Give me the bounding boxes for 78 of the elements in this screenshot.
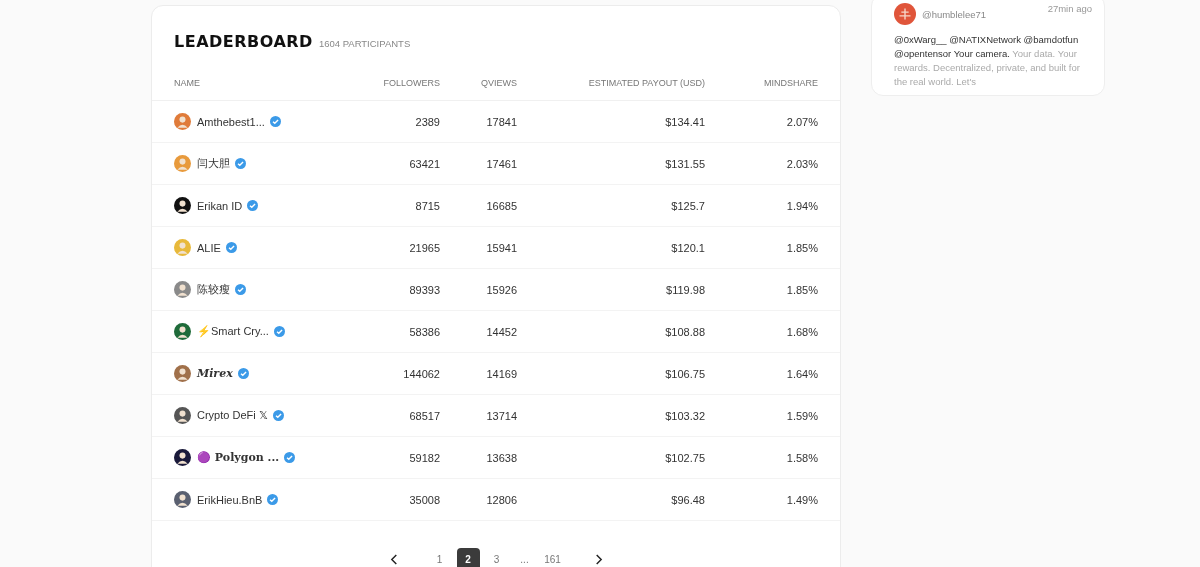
table-cell-text: $108.88 (664, 325, 705, 338)
table-cell-text: 1.59% (785, 409, 818, 422)
table-cell-text: 15926 (485, 283, 517, 296)
user-name[interactable]: 🟣 Polygon ... (197, 451, 280, 464)
table-cell-text: 13714 (485, 409, 517, 422)
user-name[interactable]: Amthebest1... (197, 115, 265, 128)
avatar-icon (894, 3, 916, 25)
table-cell-text: 14169 (485, 367, 517, 380)
table-cell-text: 68517 (408, 409, 440, 422)
table-cell-text: 2.07% (785, 115, 818, 128)
verified-badge-icon (267, 494, 279, 505)
column-header: NAME (174, 78, 201, 88)
table-cell-text: 63421 (408, 157, 440, 170)
page-button[interactable]: ... (513, 548, 536, 567)
previous-page-icon[interactable] (389, 552, 399, 566)
table-cell-text: 1.94% (785, 199, 818, 212)
verified-badge-icon (235, 284, 246, 295)
table-cell-text: 8715 (414, 199, 440, 212)
table-cell-text: 89393 (408, 283, 440, 296)
verified-badge-icon (247, 200, 259, 211)
verified-badge-icon (284, 452, 296, 463)
next-page-icon[interactable] (593, 552, 603, 566)
table-cell-text: $119.98 (665, 283, 705, 296)
table-cell-text: 15941 (485, 241, 517, 254)
table-cell-text: 35008 (408, 493, 440, 506)
table-cell-text: $96.48 (670, 493, 705, 506)
user-name[interactable]: 陈较瘦 (197, 282, 230, 297)
table-cell-text: 58386 (408, 325, 440, 338)
table-cell-text: $120.1 (670, 241, 705, 254)
user-name[interactable]: ErikHieu.BnB (197, 493, 263, 506)
column-header: FOLLOWERS (382, 78, 440, 88)
user-name[interactable]: ⚡Smart Cry... (197, 325, 269, 338)
user-name[interactable]: 闫大胆 (197, 156, 230, 171)
verified-badge-icon (272, 410, 284, 421)
table-cell-text: 13638 (485, 451, 517, 464)
leaderboard-title: LEADERBOARD (174, 32, 313, 51)
table-cell-text: $102.75 (664, 451, 705, 464)
table-cell-text: 14452 (485, 325, 517, 338)
column-header: ESTIMATED PAYOUT (USD) (587, 78, 705, 88)
user-name[interactable]: ALIE (197, 241, 221, 254)
table-cell-text: 1.58% (785, 451, 818, 464)
table-cell-text: $103.32 (664, 409, 705, 422)
table-cell-text: $106.75 (664, 367, 705, 380)
table-cell-text: 2389 (414, 115, 440, 128)
user-name[interactable]: Erikan ID (197, 199, 243, 212)
verified-badge-icon (225, 242, 237, 253)
table-cell-text: 144062 (402, 367, 440, 380)
column-header: QVIEWS (480, 78, 517, 88)
table-cell-text: 1.49% (785, 493, 818, 506)
table-cell-text: 17461 (485, 157, 517, 170)
table-cell-text: 2.03% (785, 157, 818, 170)
user-name[interactable]: Crypto DeFi 𝕏 (197, 409, 268, 422)
page-button[interactable]: 3 (485, 548, 508, 567)
table-cell-text: 17841 (485, 115, 517, 128)
verified-badge-icon (235, 158, 246, 169)
page-button[interactable]: 161 (541, 548, 564, 567)
table-cell-text: $131.55 (664, 157, 705, 170)
table-cell-text: 16685 (485, 199, 517, 212)
tweet-time: 27min ago (1047, 3, 1092, 14)
verified-badge-icon (273, 326, 285, 337)
user-name[interactable]: Mirex (197, 367, 233, 380)
tweet-handle: @humblelee71 (922, 8, 988, 20)
tweet-text: @0xWarg__ @NATIXNetwork @bamdotfun @opentensor Your camera. Your data. Your rewards. Decentralized, private, and built for the real world. Let's (894, 33, 1081, 89)
column-header: MINDSHARE (763, 78, 818, 88)
table-cell-text: 1.85% (785, 241, 818, 254)
table-cell-text: 21965 (408, 241, 440, 254)
verified-badge-icon (237, 368, 249, 379)
table-cell-text: 1.68% (785, 325, 818, 338)
page-button[interactable]: 2 (456, 548, 480, 567)
table-cell-text: 1.64% (785, 367, 818, 380)
participants-count: 1604 PARTICIPANTS (318, 38, 411, 49)
table-cell-text: 59182 (408, 451, 440, 464)
table-cell-text: $125.7 (670, 199, 705, 212)
table-cell-text: 1.85% (785, 283, 818, 296)
page-button[interactable]: 1 (428, 548, 451, 567)
verified-badge-icon (269, 116, 281, 127)
table-cell-text: 12806 (485, 493, 517, 506)
table-cell-text: $134.41 (664, 115, 705, 128)
